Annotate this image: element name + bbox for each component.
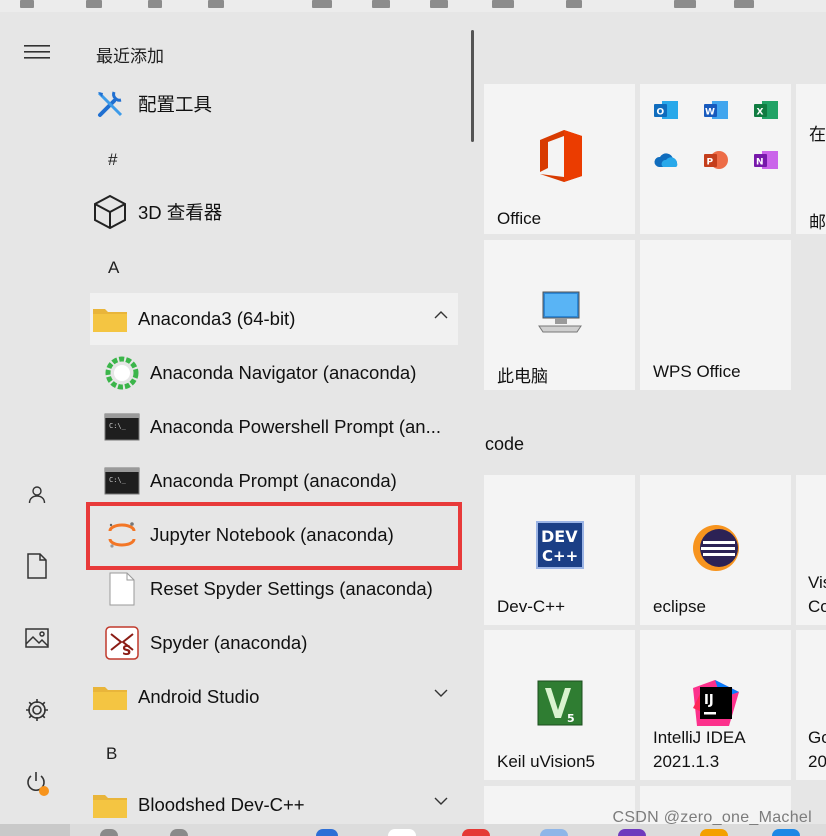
tile-office-apps[interactable]: O W X P N bbox=[640, 84, 791, 234]
tile-label: Go bbox=[808, 728, 826, 747]
start-left-rail bbox=[0, 12, 74, 824]
tile-label: Office bbox=[497, 209, 542, 228]
app-item-spyder[interactable]: S Spyder (anaconda) bbox=[102, 617, 458, 669]
tile-label: 邮 bbox=[809, 213, 826, 232]
app-item-3d-viewer[interactable]: 3D 查看器 bbox=[90, 186, 458, 238]
folder-icon bbox=[90, 785, 130, 825]
devcpp-icon: DEV C++ bbox=[484, 521, 635, 569]
tile-label: Co bbox=[808, 597, 826, 616]
svg-text:IJ: IJ bbox=[704, 693, 714, 708]
group-header-a[interactable]: A bbox=[108, 258, 119, 278]
tile-intellij-idea[interactable]: IJ IntelliJ IDEA 2021.1.3 bbox=[640, 630, 791, 780]
tools-icon bbox=[90, 84, 130, 124]
svg-text:C:\_: C:\_ bbox=[109, 422, 127, 430]
eclipse-icon bbox=[640, 523, 791, 573]
document-icon[interactable] bbox=[17, 546, 57, 586]
svg-text:P: P bbox=[707, 158, 714, 168]
app-list-scrollbar[interactable] bbox=[471, 30, 474, 142]
jupyter-highlight-box bbox=[86, 502, 462, 570]
app-label: Reset Spyder Settings (anaconda) bbox=[150, 578, 433, 599]
tile-partial-right-1[interactable]: 在 邮 bbox=[796, 84, 826, 234]
window-toolbar-strip bbox=[0, 0, 826, 12]
tile-partial-right-3[interactable]: Go 20 bbox=[796, 630, 826, 780]
tile-label: IntelliJ IDEA bbox=[653, 728, 746, 747]
tile-label: 20 bbox=[808, 752, 826, 771]
file-icon bbox=[102, 569, 142, 609]
svg-text:W: W bbox=[705, 108, 715, 118]
svg-text:X: X bbox=[757, 108, 764, 118]
app-label: Anaconda Prompt (anaconda) bbox=[150, 470, 397, 491]
svg-text:DEV: DEV bbox=[541, 527, 578, 546]
folder-android-studio[interactable]: Android Studio bbox=[90, 671, 458, 723]
svg-text:C++: C++ bbox=[542, 547, 578, 565]
app-label: Anaconda Navigator (anaconda) bbox=[150, 362, 417, 383]
app-list: 最近添加 配置工具 # 3D 查看器 A Anaconda3 (64-bit) … bbox=[74, 12, 474, 824]
tile-label: 此电脑 bbox=[497, 367, 548, 386]
folder-label: Anaconda3 (64-bit) bbox=[138, 308, 296, 329]
excel-icon[interactable]: X bbox=[752, 96, 780, 124]
app-item-anaconda-powershell[interactable]: C:\_ Anaconda Powershell Prompt (an... bbox=[102, 401, 458, 453]
svg-text:C:\_: C:\_ bbox=[109, 476, 127, 484]
tile-label: Keil uVision5 bbox=[497, 752, 595, 771]
terminal-icon: C:\_ bbox=[102, 407, 142, 447]
folder-icon bbox=[90, 677, 130, 717]
folder-label: Android Studio bbox=[138, 686, 260, 707]
app-item-anaconda-prompt[interactable]: C:\_ Anaconda Prompt (anaconda) bbox=[102, 455, 458, 507]
group-header-hash[interactable]: # bbox=[108, 150, 117, 170]
app-item-anaconda-navigator[interactable]: Anaconda Navigator (anaconda) bbox=[102, 347, 458, 399]
tile-this-pc[interactable]: 此电脑 bbox=[484, 240, 635, 390]
terminal-icon: C:\_ bbox=[102, 461, 142, 501]
user-icon[interactable] bbox=[17, 474, 57, 514]
watermark: CSDN @zero_one_Machel bbox=[612, 809, 812, 826]
tile-wps-office[interactable]: WPS Office bbox=[640, 240, 791, 390]
tile-label: eclipse bbox=[653, 597, 706, 616]
app-label: 配置工具 bbox=[138, 94, 213, 115]
pictures-icon[interactable] bbox=[17, 618, 57, 658]
intellij-icon: IJ bbox=[640, 678, 791, 728]
onedrive-icon[interactable] bbox=[652, 146, 680, 174]
word-icon[interactable]: W bbox=[702, 96, 730, 124]
tile-devcpp[interactable]: DEV C++ Dev-C++ bbox=[484, 475, 635, 625]
svg-text:S: S bbox=[122, 644, 131, 659]
svg-text:O: O bbox=[657, 108, 665, 118]
tile-eclipse[interactable]: eclipse bbox=[640, 475, 791, 625]
outlook-icon[interactable]: O bbox=[652, 96, 680, 124]
tile-group-code[interactable]: code bbox=[485, 434, 524, 455]
settings-icon[interactable] bbox=[17, 690, 57, 730]
tile-office[interactable]: Office bbox=[484, 84, 635, 234]
folder-icon bbox=[90, 299, 130, 339]
recent-header: 最近添加 bbox=[96, 47, 164, 66]
svg-text:N: N bbox=[756, 158, 764, 168]
onenote-icon[interactable]: N bbox=[752, 146, 780, 174]
chevron-down-icon[interactable] bbox=[434, 689, 448, 697]
folder-label: Bloodshed Dev-C++ bbox=[138, 794, 305, 815]
tile-label: 2021.1.3 bbox=[653, 752, 720, 771]
cube-icon bbox=[90, 192, 130, 232]
group-header-b[interactable]: B bbox=[106, 744, 117, 764]
hamburger-icon[interactable] bbox=[17, 32, 57, 72]
power-icon[interactable] bbox=[17, 762, 57, 802]
tile-keil-uvision5[interactable]: 5 Keil uVision5 bbox=[484, 630, 635, 780]
tile-label: 在 bbox=[809, 125, 826, 144]
folder-anaconda3[interactable]: Anaconda3 (64-bit) bbox=[90, 293, 458, 345]
tile-label: WPS Office bbox=[653, 362, 741, 381]
powerpoint-icon[interactable]: P bbox=[702, 146, 730, 174]
app-item-config-tool[interactable]: 配置工具 bbox=[90, 78, 458, 130]
office-icon bbox=[484, 128, 635, 184]
app-label: Anaconda Powershell Prompt (an... bbox=[150, 416, 442, 437]
tile-area: Office O W X P N 在 邮 此电脑 WPS Office code… bbox=[484, 12, 826, 824]
tile-partial-right-2[interactable]: Vis Co bbox=[796, 475, 826, 625]
navigator-icon bbox=[102, 353, 142, 393]
monitor-icon bbox=[484, 290, 635, 334]
tile-label: Dev-C++ bbox=[497, 597, 566, 616]
chevron-up-icon[interactable] bbox=[434, 311, 448, 319]
tile-label: Vis bbox=[808, 573, 826, 592]
spyder-icon: S bbox=[102, 623, 142, 663]
app-label: 3D 查看器 bbox=[138, 202, 223, 223]
app-item-reset-spyder[interactable]: Reset Spyder Settings (anaconda) bbox=[102, 563, 458, 615]
chevron-down-icon[interactable] bbox=[434, 797, 448, 805]
app-label: Spyder (anaconda) bbox=[150, 632, 308, 653]
svg-text:5: 5 bbox=[567, 712, 575, 725]
keil-icon: 5 bbox=[484, 680, 635, 726]
